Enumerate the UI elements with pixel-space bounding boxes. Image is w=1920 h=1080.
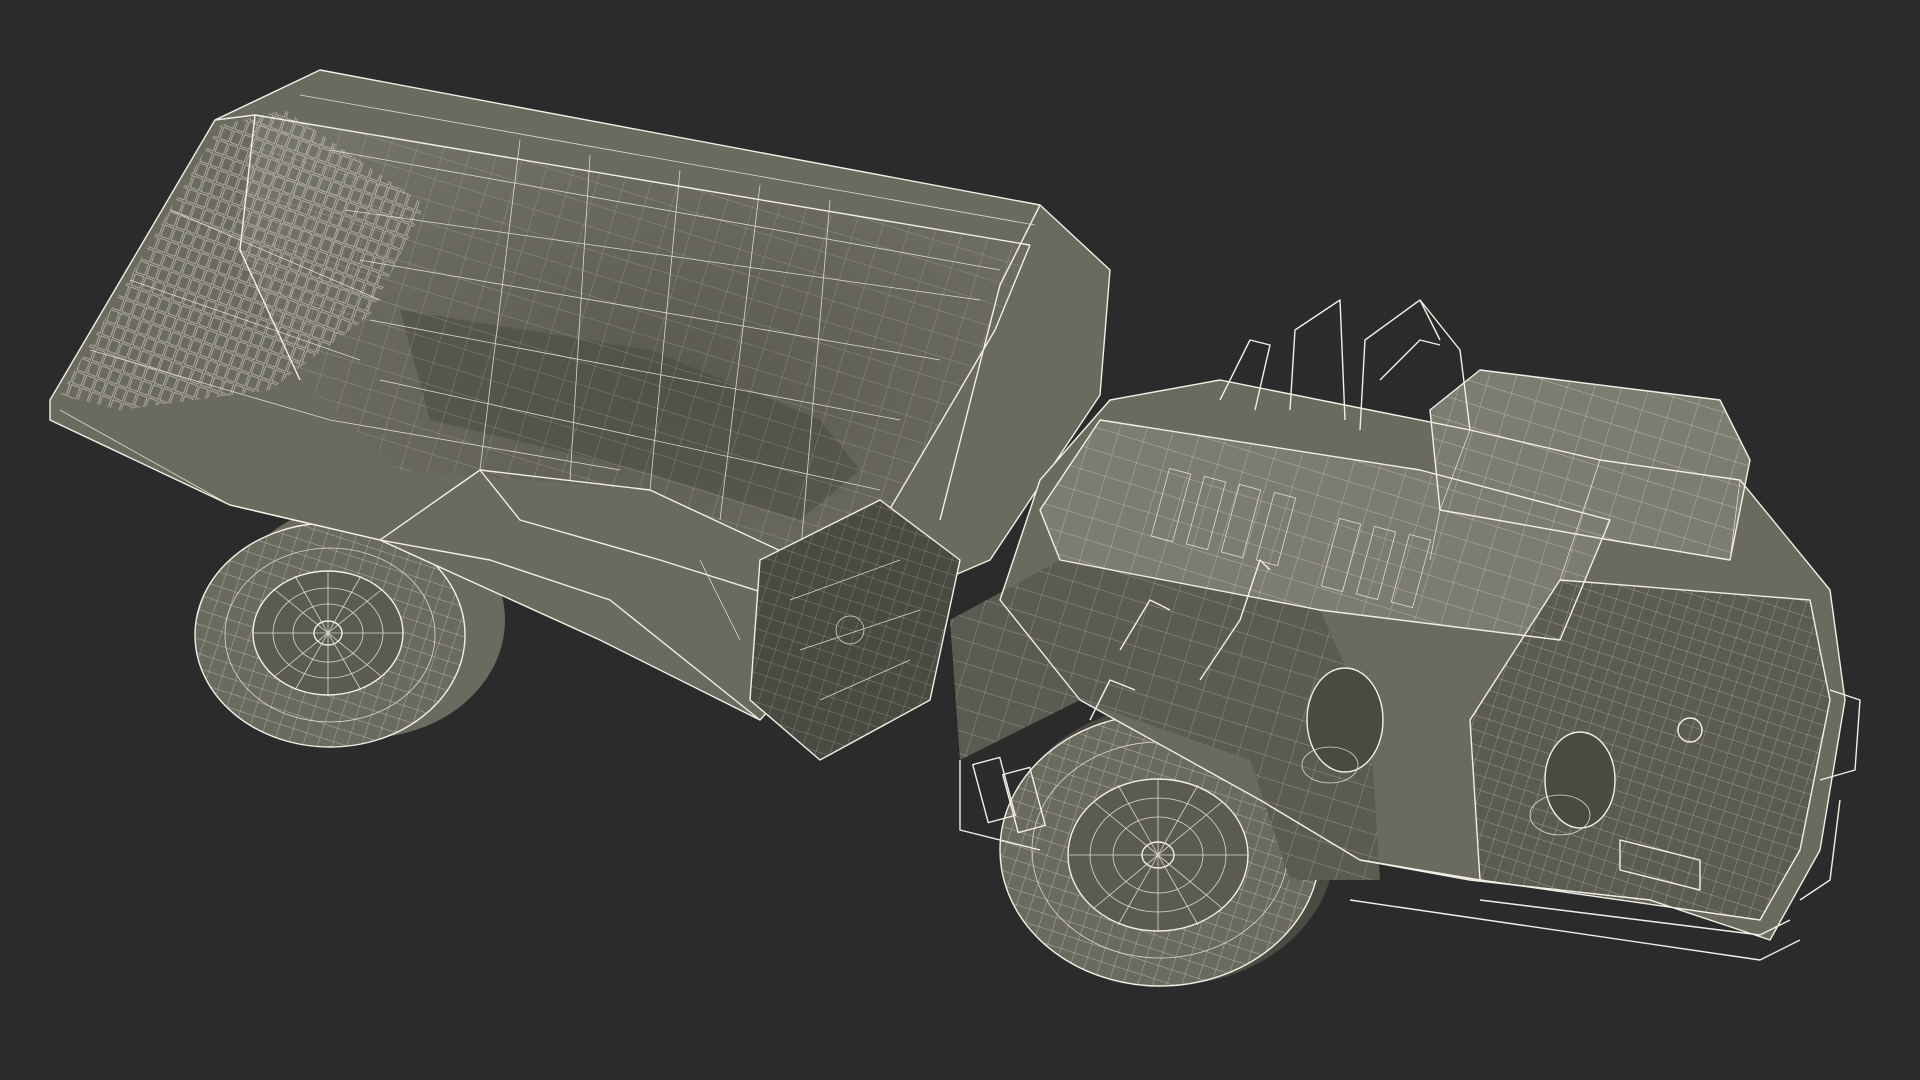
render-viewport (0, 0, 1920, 1080)
wireframe-truck-render (49, 69, 1861, 987)
